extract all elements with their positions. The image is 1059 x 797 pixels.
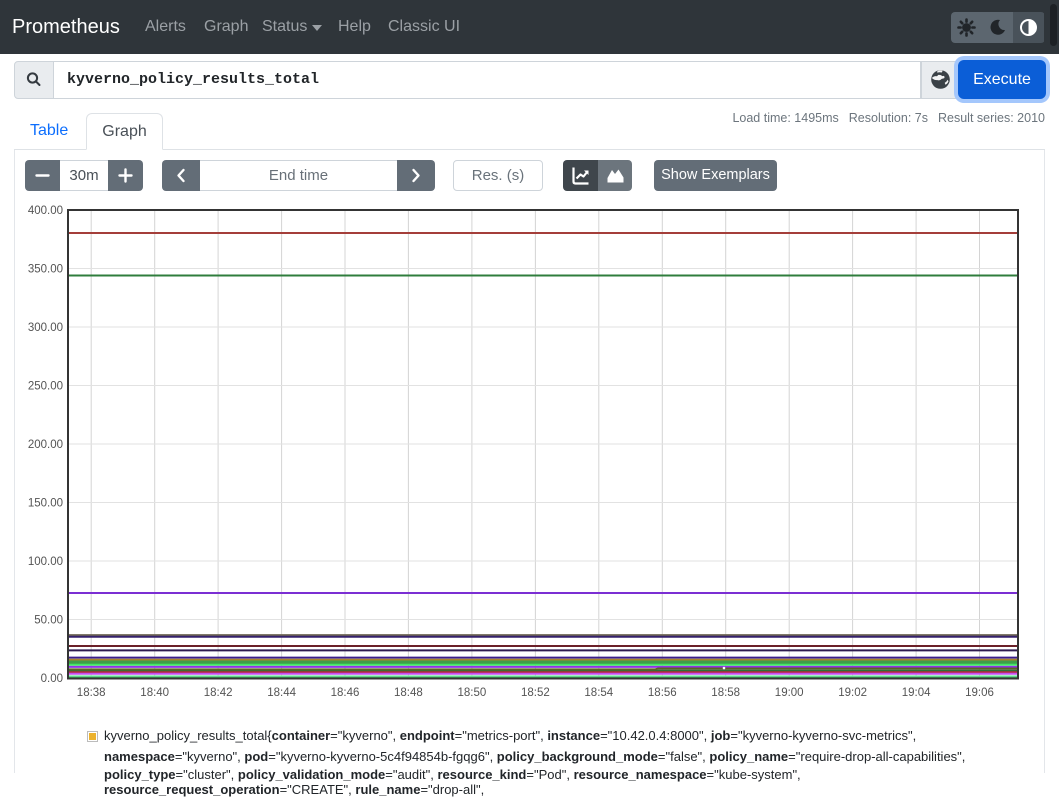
svg-text:18:38: 18:38: [77, 687, 106, 699]
svg-text:18:58: 18:58: [711, 687, 740, 699]
svg-text:100.00: 100.00: [28, 556, 63, 568]
svg-text:50.00: 50.00: [34, 615, 63, 627]
svg-text:18:54: 18:54: [584, 687, 613, 699]
svg-text:18:50: 18:50: [458, 687, 487, 699]
svg-text:18:48: 18:48: [394, 687, 423, 699]
svg-text:18:40: 18:40: [140, 687, 169, 699]
svg-text:18:56: 18:56: [648, 687, 677, 699]
svg-text:18:52: 18:52: [521, 687, 550, 699]
svg-text:250.00: 250.00: [28, 381, 63, 393]
svg-text:200.00: 200.00: [28, 439, 63, 451]
svg-text:18:42: 18:42: [204, 687, 233, 699]
svg-text:400.00: 400.00: [28, 205, 63, 217]
svg-text:19:04: 19:04: [902, 687, 931, 699]
svg-text:150.00: 150.00: [28, 498, 63, 510]
svg-text:19:00: 19:00: [775, 687, 804, 699]
svg-text:19:06: 19:06: [965, 687, 994, 699]
svg-text:19:02: 19:02: [838, 687, 867, 699]
svg-text:18:44: 18:44: [267, 687, 296, 699]
svg-text:300.00: 300.00: [28, 322, 63, 334]
svg-text:18:46: 18:46: [331, 687, 360, 699]
svg-text:350.00: 350.00: [28, 264, 63, 276]
svg-text:0.00: 0.00: [41, 673, 63, 685]
